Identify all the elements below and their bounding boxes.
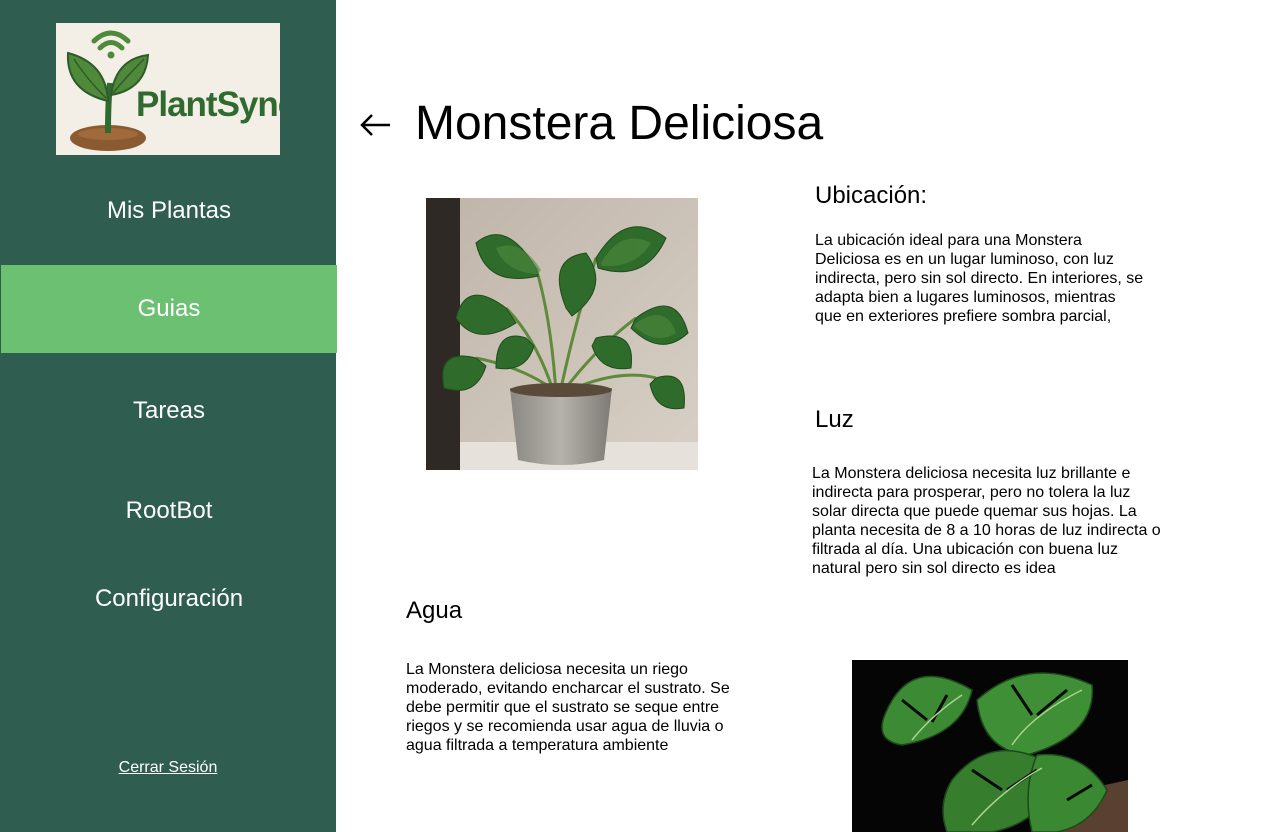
plant-photo bbox=[426, 198, 698, 470]
brand-name: PlantSync bbox=[136, 85, 280, 124]
nav-item-tareas[interactable]: Tareas bbox=[1, 397, 337, 425]
page-title: Monstera Deliciosa bbox=[415, 97, 824, 150]
back-arrow-icon[interactable] bbox=[358, 106, 394, 142]
section-title-luz: Luz bbox=[815, 406, 854, 433]
nav-item-rootbot[interactable]: RootBot bbox=[1, 497, 337, 525]
section-text-luz: La Monstera deliciosa necesita luz brill… bbox=[812, 465, 1161, 577]
sidebar: PlantSync Mis Plantas Guias Tareas RootB… bbox=[0, 0, 337, 832]
nav-item-guias[interactable]: Guias bbox=[1, 265, 337, 353]
nav-item-mis-plantas[interactable]: Mis Plantas bbox=[1, 197, 337, 225]
nav-item-configuracion[interactable]: Configuración bbox=[1, 585, 337, 613]
logout-link[interactable]: Cerrar Sesión bbox=[0, 759, 336, 777]
section-text-agua: La Monstera deliciosa necesita un riego … bbox=[406, 661, 730, 754]
section-text-ubicacion: La ubicación ideal para una Monstera Del… bbox=[815, 232, 1144, 325]
section-title-ubicacion: Ubicación: bbox=[815, 182, 928, 209]
section-title-agua: Agua bbox=[406, 597, 463, 624]
plantsync-logo: PlantSync bbox=[56, 23, 280, 155]
monstera-leaves-photo bbox=[852, 660, 1128, 832]
